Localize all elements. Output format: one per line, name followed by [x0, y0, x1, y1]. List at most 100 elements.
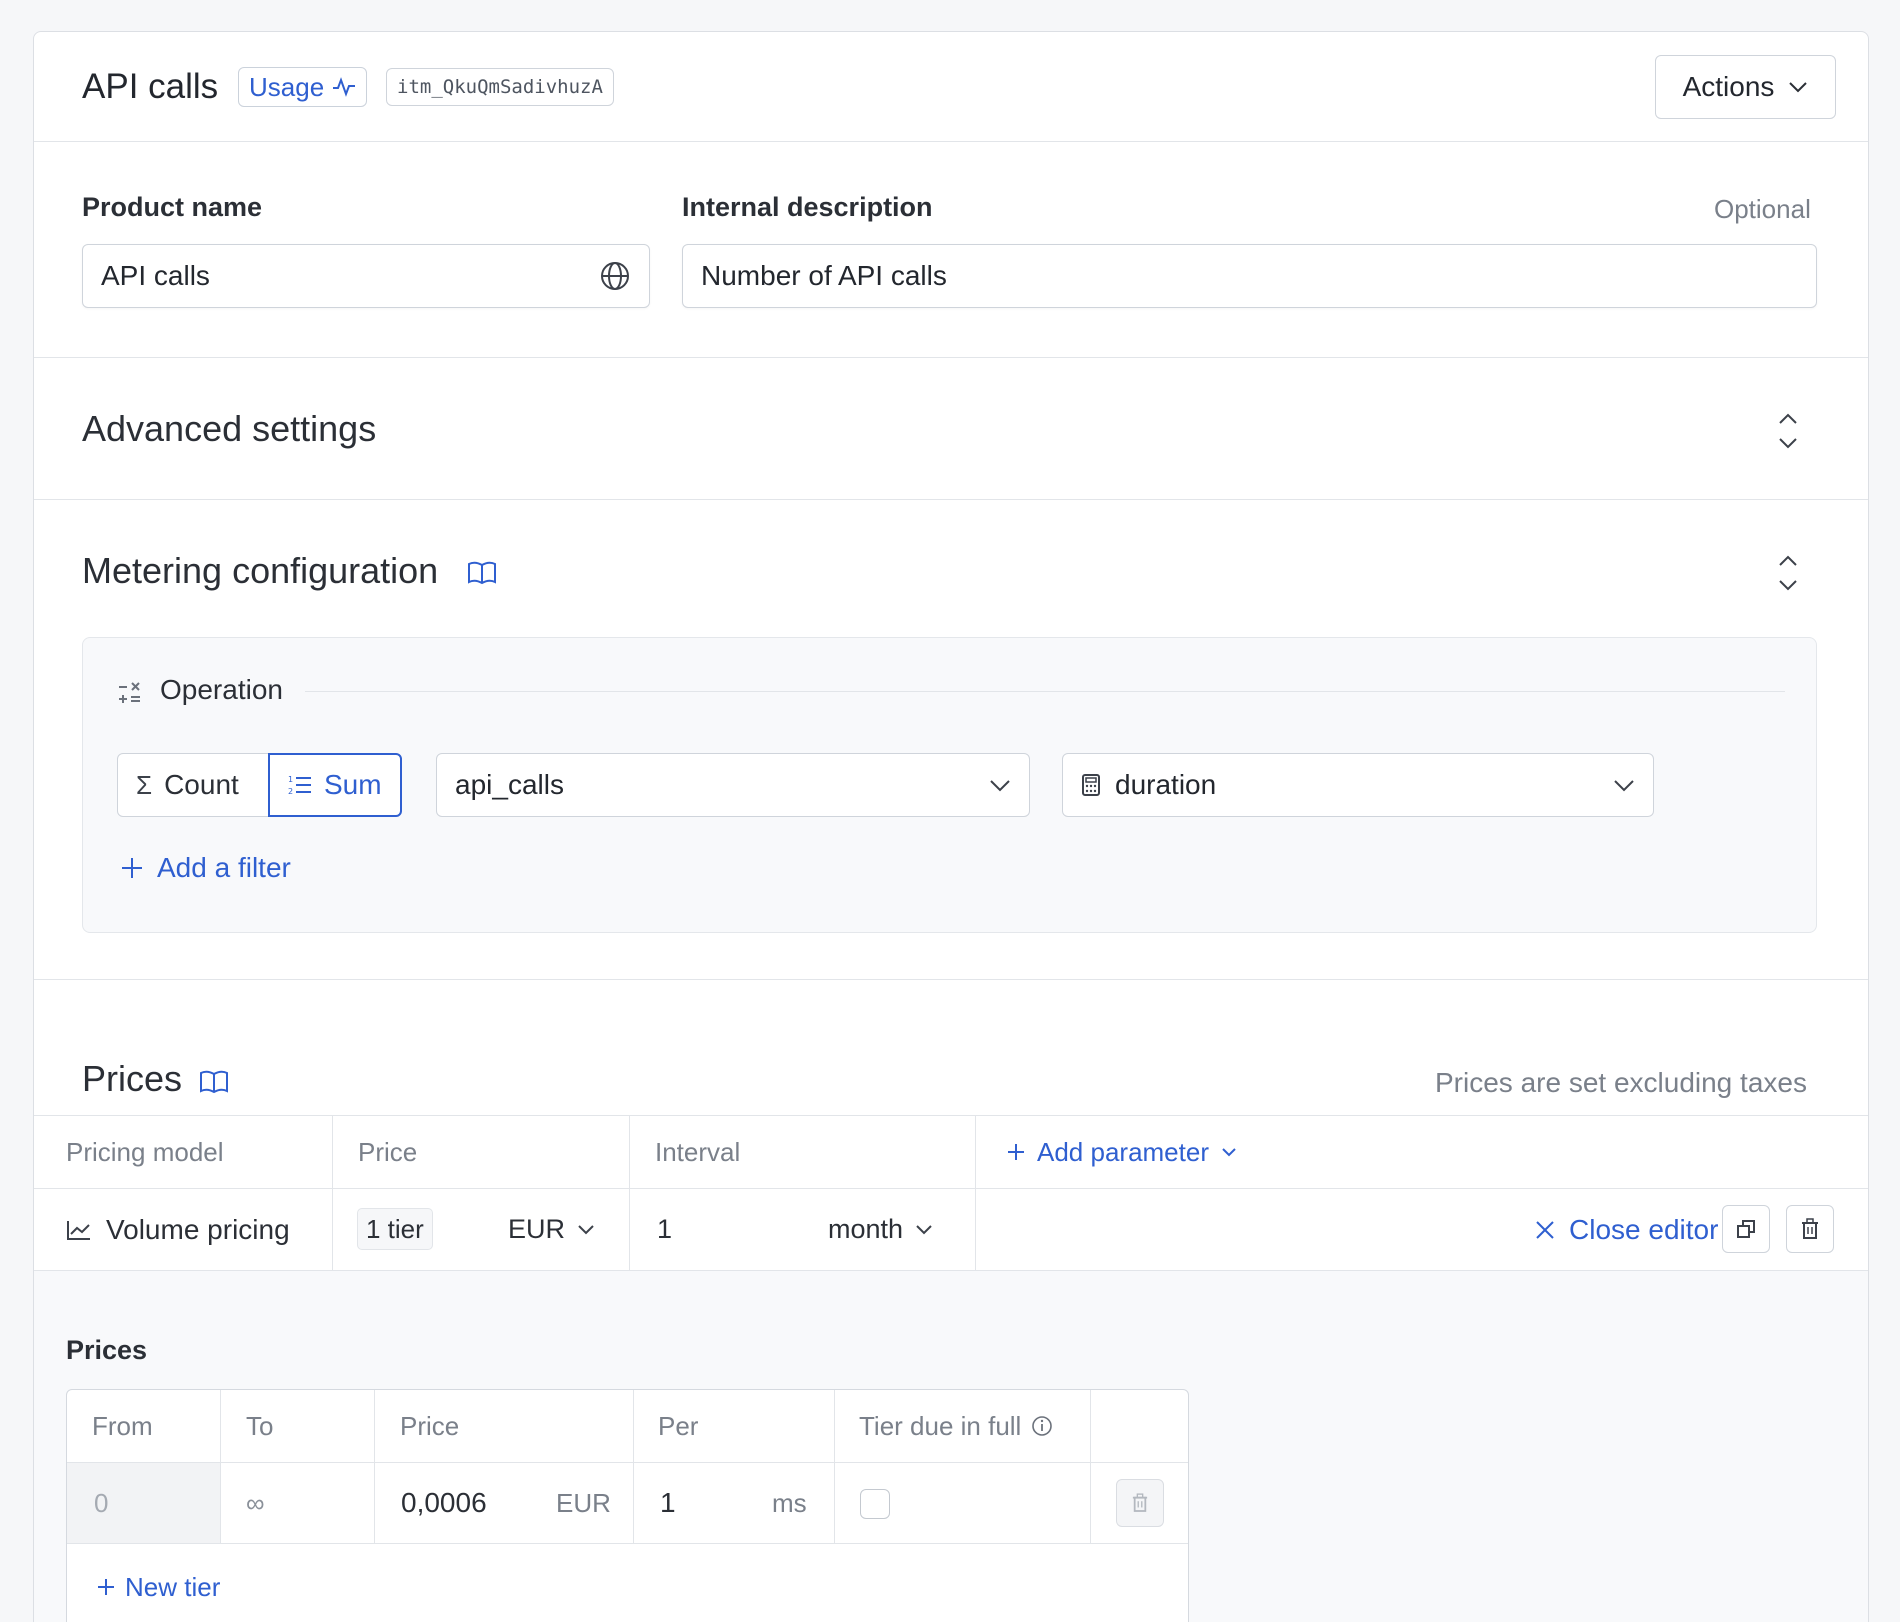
actions-button-label: Actions [1682, 71, 1775, 102]
product-name-value: API calls [101, 260, 210, 291]
column-header-price: Price [358, 1136, 418, 1167]
op-count-button[interactable]: Σ Count [117, 753, 269, 817]
table-border [67, 1543, 1188, 1544]
usage-badge-label: Usage [249, 71, 325, 102]
chevron-down-icon [1221, 1147, 1237, 1157]
page-title: API calls [82, 67, 219, 106]
price-editor-title: Prices [66, 1335, 148, 1365]
item-id-badge[interactable]: itm_QkuQmSadivhuzA [386, 68, 614, 106]
new-tier-button[interactable]: New tier [97, 1544, 220, 1622]
metering-configuration-title: Metering configuration [82, 550, 439, 591]
currency-value: EUR [508, 1214, 566, 1244]
op-sum-label: Sum [324, 769, 382, 800]
add-filter-label: Add a filter [157, 852, 291, 883]
column-divider [834, 1390, 835, 1543]
chevron-down-icon [577, 1224, 595, 1235]
event-select-value: api_calls [455, 769, 564, 800]
internal-description-value: Number of API calls [701, 260, 947, 291]
chart-line-icon [66, 1219, 92, 1241]
delete-tier-button[interactable] [1116, 1479, 1164, 1527]
chevron-down-icon [1788, 81, 1808, 93]
calculator-icon [1081, 773, 1101, 797]
actions-button[interactable]: Actions [1655, 55, 1836, 119]
currency-select[interactable]: EUR [508, 1189, 595, 1270]
chevron-down-icon [989, 779, 1011, 792]
column-divider [332, 1116, 333, 1271]
optional-label: Optional [1714, 194, 1811, 224]
prices-title: Prices [82, 1058, 183, 1099]
table-border [67, 1462, 1188, 1463]
tier-from-cell-bg [67, 1463, 220, 1543]
add-filter-link[interactable]: Add a filter [121, 852, 291, 884]
add-parameter-label: Add parameter [1037, 1136, 1209, 1167]
property-select-value: duration [1115, 769, 1217, 800]
chevron-down-icon [915, 1224, 933, 1235]
tier-per-unit: ms [772, 1487, 807, 1518]
operation-panel: Operation Σ Count 12 Sum api_calls durat… [82, 637, 1817, 933]
activity-icon [332, 77, 356, 97]
tier-count-badge[interactable]: 1 tier [357, 1208, 433, 1250]
close-icon [1535, 1220, 1555, 1240]
property-select[interactable]: duration [1062, 753, 1654, 817]
internal-description-input[interactable]: Number of API calls [682, 244, 1817, 308]
calculator-ops-icon [117, 680, 143, 706]
pricing-model-value: Volume pricing [106, 1213, 290, 1245]
column-divider [975, 1116, 976, 1271]
op-sum-button[interactable]: 12 Sum [268, 753, 402, 817]
duplicate-button[interactable] [1722, 1205, 1770, 1253]
svg-text:1: 1 [288, 775, 293, 784]
tier-due-in-full-checkbox[interactable] [860, 1489, 890, 1519]
column-divider [629, 1116, 630, 1271]
plus-icon [121, 857, 143, 879]
close-editor-label: Close editor [1569, 1213, 1719, 1245]
info-icon[interactable] [1031, 1415, 1053, 1437]
price-editor-panel: Prices From To Price Per Tier due in ful… [34, 1271, 1868, 1622]
interval-unit-value: month [828, 1214, 904, 1244]
advanced-settings-title[interactable]: Advanced settings [82, 408, 376, 450]
column-header-pricing-model: Pricing model [66, 1136, 224, 1167]
sigma-icon: Σ [136, 769, 153, 800]
operation-divider [305, 691, 1785, 692]
usage-badge: Usage [238, 67, 368, 107]
delete-price-button[interactable] [1786, 1205, 1834, 1253]
table-border [34, 1115, 1868, 1116]
tier-to-value: ∞ [246, 1487, 265, 1518]
interval-count-input[interactable]: 1 [657, 1189, 672, 1270]
column-divider [220, 1390, 221, 1543]
column-header-interval: Interval [655, 1136, 741, 1167]
add-parameter-button[interactable]: Add parameter [1007, 1116, 1237, 1188]
divider [34, 357, 1868, 358]
product-card: API calls Usage itm_QkuQmSadivhuzA Actio… [33, 31, 1869, 1622]
tier-column-price: Price [400, 1410, 460, 1441]
plus-icon [1007, 1143, 1025, 1161]
trash-icon [1801, 1218, 1819, 1240]
tiers-table: From To Price Per Tier due in full 0 ∞ 0… [66, 1389, 1189, 1622]
plus-icon [97, 1578, 115, 1596]
tier-column-to: To [246, 1410, 274, 1441]
interval-unit-select[interactable]: month [828, 1189, 933, 1270]
product-name-label: Product name [82, 192, 263, 222]
close-editor-button[interactable]: Close editor [1535, 1189, 1718, 1270]
expand-toggle-icon[interactable] [1774, 410, 1802, 452]
ordered-list-icon: 12 [288, 774, 312, 796]
svg-text:2: 2 [288, 787, 293, 796]
prices-tax-note: Prices are set excluding taxes [1435, 1067, 1807, 1098]
tier-price-input[interactable]: 0,0006 [401, 1463, 487, 1543]
book-icon[interactable] [199, 1069, 229, 1095]
tier-column-per: Per [658, 1410, 699, 1441]
internal-description-label: Internal description [682, 192, 933, 222]
tier-column-due-in-full: Tier due in full [859, 1390, 1053, 1462]
event-select[interactable]: api_calls [436, 753, 1030, 817]
tier-per-input[interactable]: 1 [660, 1463, 676, 1543]
column-divider [1090, 1390, 1091, 1543]
book-icon[interactable] [467, 560, 497, 586]
collapse-toggle-icon[interactable] [1774, 552, 1802, 594]
column-divider [374, 1390, 375, 1543]
pricing-model-cell[interactable]: Volume pricing [66, 1189, 290, 1270]
product-name-input[interactable]: API calls [82, 244, 650, 308]
trash-icon [1132, 1493, 1148, 1513]
op-count-label: Count [164, 769, 239, 800]
chevron-down-icon [1613, 779, 1635, 792]
globe-icon[interactable] [599, 260, 631, 292]
divider [34, 499, 1868, 500]
